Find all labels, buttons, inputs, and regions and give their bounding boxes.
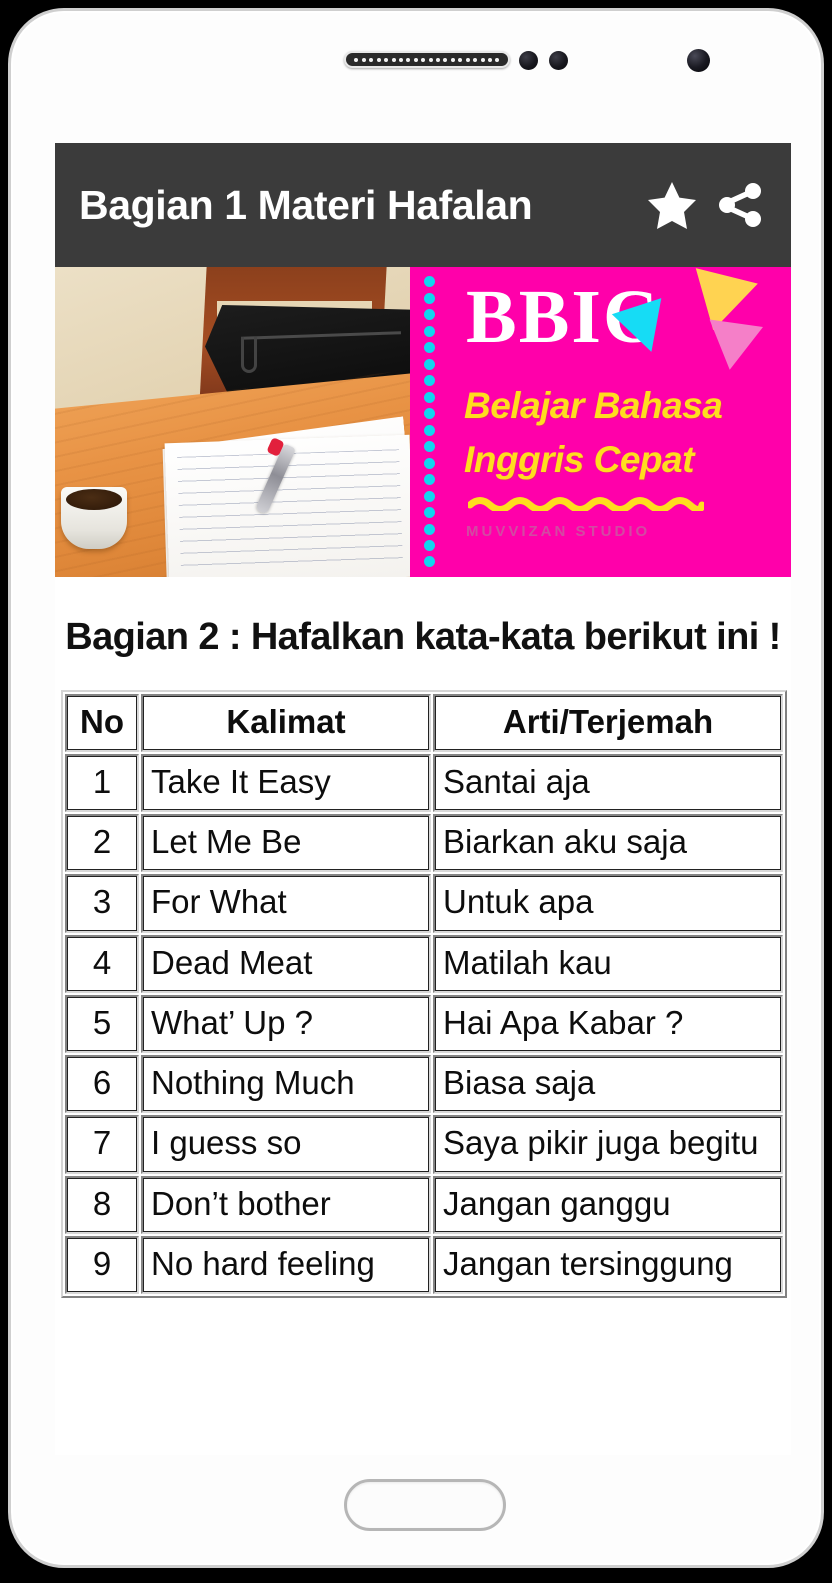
cell-no: 4 (65, 934, 139, 993)
cell-arti: Saya pikir juga begitu (433, 1115, 783, 1174)
triangle-pink-icon (702, 319, 764, 374)
table-row: 7 I guess so Saya pikir juga begitu (65, 1115, 783, 1174)
cell-no: 8 (65, 1175, 139, 1235)
app-screen: Bagian 1 Materi Hafalan BBIC Belajar Bah… (55, 143, 791, 1455)
studio-credit: MUVVIZAN STUDIO (466, 523, 651, 540)
table-row: 8 Don’t bother Jangan ganggu (65, 1175, 783, 1235)
star-icon[interactable] (643, 176, 701, 234)
cell-kalimat: I guess so (141, 1115, 431, 1174)
section-heading: Bagian 2 : Hafalkan kata-kata berikut in… (65, 616, 781, 658)
column-header-arti: Arti/Terjemah (433, 693, 783, 752)
table-row: 2 Let Me Be Biarkan aku saja (65, 814, 783, 873)
cell-arti: Jangan ganggu (433, 1175, 783, 1235)
cell-kalimat: Dead Meat (141, 934, 431, 993)
cell-kalimat: No hard feeling (141, 1236, 431, 1295)
vocab-table: No Kalimat Arti/Terjemah 1 Take It Easy … (61, 689, 787, 1299)
cell-arti: Untuk apa (433, 874, 783, 933)
action-bar: Bagian 1 Materi Hafalan (55, 143, 791, 267)
table-row: 9 No hard feeling Jangan tersinggung (65, 1236, 783, 1295)
course-banner: BBIC Belajar Bahasa Inggris Cepat MUVVIZ… (55, 267, 791, 577)
phone-frame: Bagian 1 Materi Hafalan BBIC Belajar Bah… (8, 8, 824, 1568)
desk-photo (55, 267, 410, 577)
dotted-divider-icon (420, 267, 438, 577)
cell-no: 5 (65, 994, 139, 1054)
squiggle-underline-icon (468, 497, 704, 511)
cell-no: 1 (65, 753, 139, 813)
column-header-kalimat: Kalimat (141, 693, 431, 752)
cell-kalimat: Take It Easy (141, 753, 431, 813)
brand-panel: BBIC Belajar Bahasa Inggris Cepat MUVVIZ… (410, 267, 791, 577)
page-title: Bagian 1 Materi Hafalan (79, 181, 533, 228)
speaker-grille-icon (344, 51, 510, 68)
table-row: 3 For What Untuk apa (65, 874, 783, 933)
cell-arti: Biasa saja (433, 1055, 783, 1114)
share-icon[interactable] (711, 176, 769, 234)
cell-kalimat: What’ Up ? (141, 994, 431, 1054)
tagline-line-2: Inggris Cepat (464, 439, 694, 481)
table-row: 5 What’ Up ? Hai Apa Kabar ? (65, 994, 783, 1054)
column-header-no: No (65, 693, 139, 752)
cell-arti: Biarkan aku saja (433, 814, 783, 873)
cell-no: 6 (65, 1055, 139, 1114)
cell-no: 9 (65, 1236, 139, 1295)
cell-arti: Matilah kau (433, 934, 783, 993)
front-camera-icon (687, 49, 710, 72)
cell-no: 3 (65, 874, 139, 933)
cell-kalimat: For What (141, 874, 431, 933)
brand-tagline: Belajar Bahasa Inggris Cepat (464, 379, 723, 487)
cell-kalimat: Don’t bother (141, 1175, 431, 1235)
device-top-hardware (11, 45, 821, 87)
cell-arti: Santai aja (433, 753, 783, 813)
cell-arti: Jangan tersinggung (433, 1236, 783, 1295)
cell-no: 2 (65, 814, 139, 873)
proximity-sensor-icon (519, 51, 538, 70)
table-row: 6 Nothing Much Biasa saja (65, 1055, 783, 1114)
vocab-table-body: 1 Take It Easy Santai aja 2 Let Me Be Bi… (65, 753, 783, 1295)
table-row: 4 Dead Meat Matilah kau (65, 934, 783, 993)
tagline-line-1: Belajar Bahasa (464, 385, 723, 426)
cell-no: 7 (65, 1115, 139, 1174)
cell-kalimat: Nothing Much (141, 1055, 431, 1114)
light-sensor-icon (549, 51, 568, 70)
home-button[interactable] (344, 1479, 506, 1531)
vocab-table-wrap: No Kalimat Arti/Terjemah 1 Take It Easy … (55, 689, 791, 1299)
table-row: 1 Take It Easy Santai aja (65, 753, 783, 813)
cell-arti: Hai Apa Kabar ? (433, 994, 783, 1054)
table-header-row: No Kalimat Arti/Terjemah (65, 693, 783, 752)
cell-kalimat: Let Me Be (141, 814, 431, 873)
